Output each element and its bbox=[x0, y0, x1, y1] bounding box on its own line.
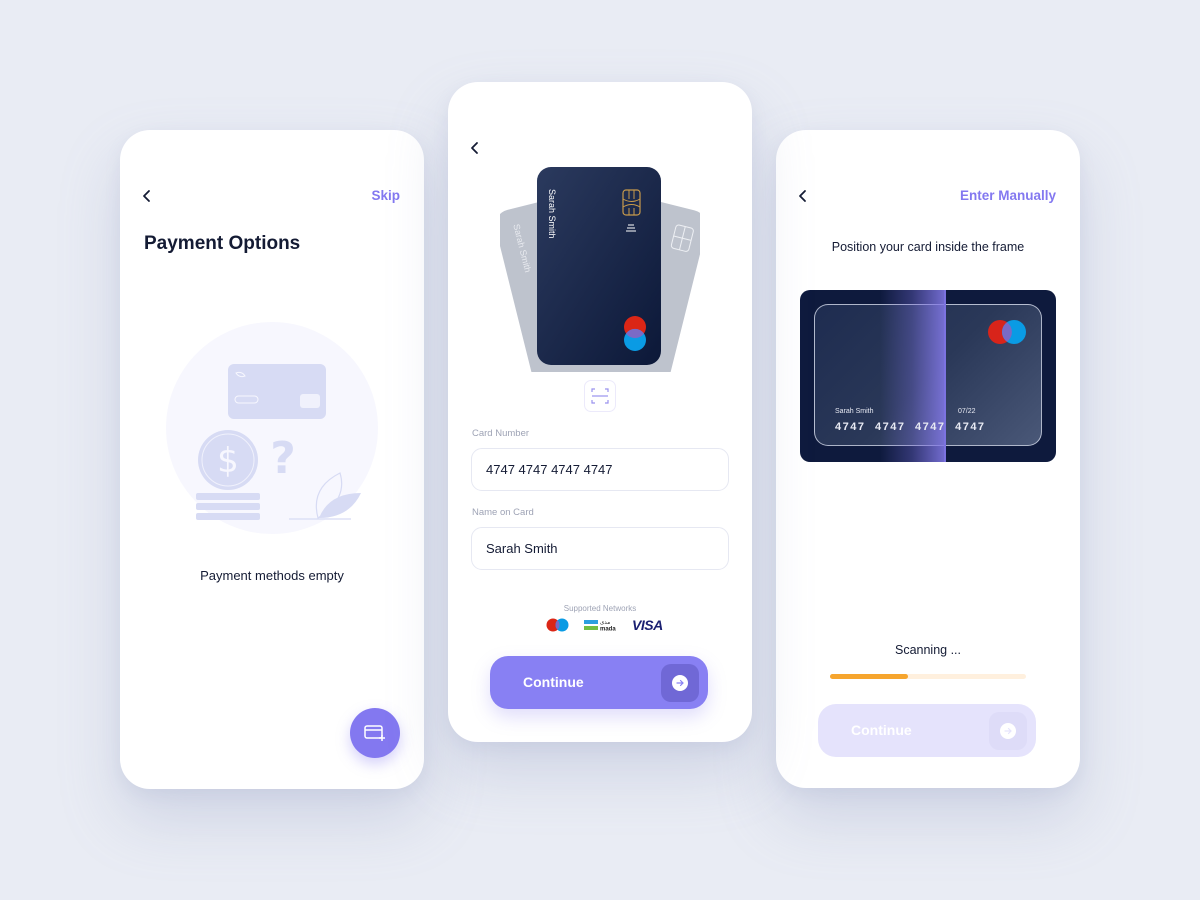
maestro-logo-icon bbox=[546, 618, 569, 632]
chevron-left-icon bbox=[471, 142, 478, 154]
maestro-logo-icon bbox=[988, 320, 1026, 344]
empty-wallet-illustration: $ ? bbox=[166, 322, 378, 534]
card-number: 4747 4747 4747 4747 bbox=[835, 421, 986, 433]
card-holder-name: Sarah Smith bbox=[835, 408, 874, 415]
continue-button[interactable]: Continue bbox=[490, 656, 708, 709]
scan-line bbox=[944, 290, 946, 462]
page-title: Payment Options bbox=[144, 233, 301, 254]
visa-logo-icon: VISA bbox=[632, 617, 663, 633]
continue-label: Continue bbox=[523, 674, 584, 690]
add-card-icon bbox=[364, 725, 385, 741]
mada-logo-icon: مدى mada bbox=[584, 620, 616, 633]
empty-state-message: Payment methods empty bbox=[200, 568, 344, 583]
card-number-input[interactable]: 4747 4747 4747 4747 bbox=[471, 448, 729, 491]
scan-instruction: Position your card inside the frame bbox=[831, 240, 1025, 254]
supported-networks: مدى mada VISA bbox=[546, 617, 663, 633]
back-button[interactable] bbox=[796, 187, 810, 205]
card-expiry: 07/22 bbox=[958, 408, 976, 415]
enter-manually-button[interactable]: Enter Manually bbox=[960, 188, 1056, 203]
scan-beam bbox=[880, 290, 944, 462]
back-button[interactable] bbox=[468, 139, 482, 157]
chevron-left-icon bbox=[143, 190, 150, 202]
supported-networks-label: Supported Networks bbox=[563, 604, 637, 613]
svg-text:mada: mada bbox=[600, 627, 616, 633]
name-on-card-input[interactable]: Sarah Smith bbox=[471, 527, 729, 570]
skip-button[interactable]: Skip bbox=[371, 188, 400, 203]
svg-text:مدى: مدى bbox=[600, 620, 610, 626]
continue-label: Continue bbox=[851, 722, 912, 738]
chevron-left-icon bbox=[799, 190, 806, 202]
svg-text:$: $ bbox=[217, 441, 239, 481]
continue-button-disabled[interactable]: Continue bbox=[818, 704, 1036, 757]
card-front[interactable]: Sarah Smith bbox=[537, 167, 661, 365]
add-card-screen: Sarah Smith Sarah Smith Card Number 4747… bbox=[448, 82, 752, 742]
maestro-logo-icon bbox=[624, 316, 646, 351]
back-button[interactable] bbox=[140, 187, 154, 205]
camera-scan-frame: Sarah Smith 07/22 4747 4747 4747 4747 bbox=[800, 290, 1056, 462]
scanning-status: Scanning ... bbox=[894, 643, 961, 657]
name-on-card-label: Name on Card bbox=[472, 507, 534, 518]
card-carousel[interactable]: Sarah Smith Sarah Smith bbox=[500, 167, 700, 372]
scan-progress-bar bbox=[830, 674, 1026, 679]
payment-options-screen: Skip Payment Options $ ? Payment methods… bbox=[120, 130, 424, 789]
scan-progress-fill bbox=[830, 674, 909, 679]
arrow-right-icon bbox=[672, 675, 688, 691]
card-number-label: Card Number bbox=[472, 428, 530, 439]
scan-card-icon bbox=[591, 388, 609, 404]
scan-card-button[interactable] bbox=[584, 380, 616, 412]
scan-card-screen: Enter Manually Position your card inside… bbox=[776, 130, 1080, 788]
arrow-right-icon bbox=[1000, 723, 1016, 739]
card-holder-name: Sarah Smith bbox=[547, 189, 557, 239]
svg-text:?: ? bbox=[270, 433, 296, 484]
add-card-button[interactable] bbox=[350, 708, 400, 758]
